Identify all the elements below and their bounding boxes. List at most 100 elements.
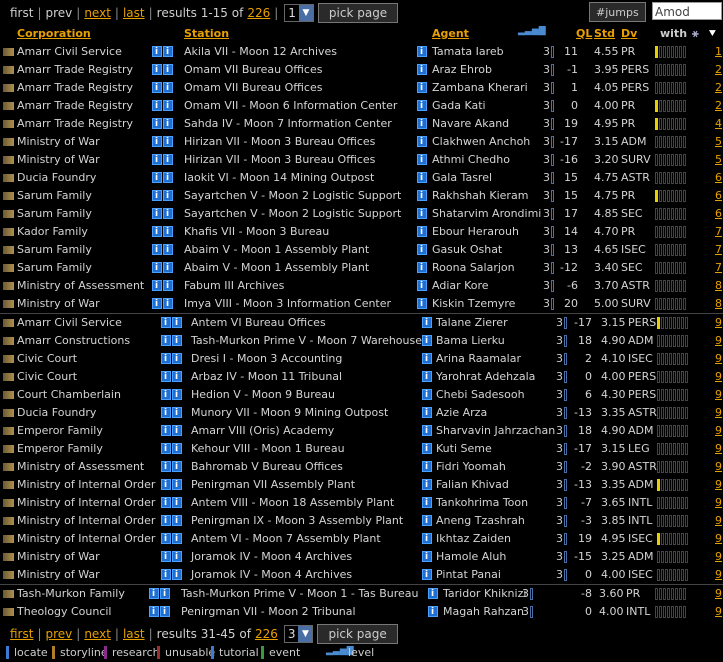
table-row[interactable]: Court Chamberlain Hedion V - Moon 9 Burea… (0, 386, 723, 404)
corporation-name[interactable]: Ministry of War (17, 566, 100, 584)
table-row[interactable]: Civic Court Arbaz IV - Moon 11 Tribunal Ya… (0, 368, 723, 386)
corporation-name[interactable]: Ministry of Assessment (17, 458, 144, 476)
info-icon[interactable] (152, 223, 162, 241)
jumps-link[interactable]: 9 (715, 458, 722, 476)
header-station[interactable]: Station (184, 27, 229, 40)
table-row[interactable]: Amarr Civil Service Akila VII - Moon 12 A… (0, 43, 723, 61)
corporation-name[interactable]: Ministry of Internal Order (17, 476, 155, 494)
results-total[interactable]: 226 (255, 627, 278, 641)
corporation-name[interactable]: Ducia Foundry (17, 404, 96, 422)
agent-info-icon[interactable] (422, 350, 432, 368)
jumps-link[interactable]: 2 (715, 61, 722, 79)
first-link[interactable]: first (10, 627, 33, 641)
prev-link[interactable]: prev (46, 627, 73, 641)
agent-info-icon[interactable] (417, 97, 427, 115)
table-row[interactable]: Ministry of Assessment Bahromab V Bureau … (0, 458, 723, 476)
info-icon[interactable] (152, 169, 162, 187)
agent-info-icon[interactable] (422, 494, 432, 512)
info-icon[interactable] (161, 314, 171, 332)
agent-info-icon[interactable] (428, 585, 438, 603)
pick-page-button[interactable]: pick page (317, 3, 399, 23)
jumps-link[interactable]: 9 (715, 332, 722, 350)
agent-info-icon[interactable] (422, 440, 432, 458)
info-icon[interactable] (161, 548, 171, 566)
info-icon[interactable] (172, 530, 182, 548)
jumps-link[interactable]: 9 (715, 548, 722, 566)
station-name[interactable]: Sayartchen V - Moon 2 Logistic Support (184, 187, 401, 205)
table-row[interactable]: Ministry of Internal Order Penirgman IX -… (0, 512, 723, 530)
station-name[interactable]: Penirgman VII - Moon 2 Tribunal (181, 603, 356, 621)
info-icon[interactable] (161, 368, 171, 386)
agent-info-icon[interactable] (422, 332, 432, 350)
table-row[interactable]: Sarum Family Abaim V - Moon 1 Assembly Pl… (0, 241, 723, 259)
agent-name[interactable]: Gasuk Oshat (432, 241, 502, 259)
corporation-name[interactable]: Amarr Trade Registry (17, 79, 133, 97)
jumps-link[interactable]: 9 (715, 494, 722, 512)
info-icon[interactable] (152, 115, 162, 133)
info-icon[interactable] (152, 205, 162, 223)
station-name[interactable]: Joramok IV - Moon 4 Archives (191, 548, 352, 566)
corporation-name[interactable]: Tash-Murkon Family (17, 585, 125, 603)
station-name[interactable]: Antem VI Bureau Offices (191, 314, 326, 332)
table-row[interactable]: Ministry of War Joramok IV - Moon 4 Archi… (0, 548, 723, 566)
table-row[interactable]: Ducia Foundry Munory VII - Moon 9 Mining … (0, 404, 723, 422)
info-icon[interactable] (172, 476, 182, 494)
table-row[interactable]: Sarum Family Sayartchen V - Moon 2 Logist… (0, 187, 723, 205)
agent-info-icon[interactable] (417, 277, 427, 295)
agent-name[interactable]: Gala Tasrel (432, 169, 492, 187)
info-icon[interactable] (172, 458, 182, 476)
table-row[interactable]: Ministry of War Hirizan VII - Moon 3 Bure… (0, 133, 723, 151)
station-name[interactable]: Iaokit VI - Moon 14 Mining Outpost (184, 169, 374, 187)
corporation-name[interactable]: Court Chamberlain (17, 386, 121, 404)
corporation-name[interactable]: Ducia Foundry (17, 169, 96, 187)
station-name[interactable]: Akila VII - Moon 12 Archives (184, 43, 337, 61)
table-row[interactable]: Civic Court Dresi I - Moon 3 Accounting Ar… (0, 350, 723, 368)
station-name[interactable]: Antem VIII - Moon 18 Assembly Plant (191, 494, 394, 512)
station-name[interactable]: Joramok IV - Moon 4 Archives (191, 566, 352, 584)
agent-info-icon[interactable] (417, 223, 427, 241)
table-row[interactable]: Amarr Trade Registry Omam VII Bureau Offi… (0, 79, 723, 97)
first-link[interactable]: first (10, 6, 33, 20)
info-icon[interactable] (172, 386, 182, 404)
agent-name[interactable]: Gada Kati (432, 97, 486, 115)
info-icon[interactable] (152, 79, 162, 97)
info-icon[interactable] (163, 43, 173, 61)
agent-info-icon[interactable] (417, 79, 427, 97)
table-row[interactable]: Amarr Trade Registry Sahda IV - Moon 7 In… (0, 115, 723, 133)
corporation-name[interactable]: Amarr Civil Service (17, 43, 122, 61)
agent-name[interactable]: Talane Zierer (436, 314, 508, 332)
info-icon[interactable] (161, 566, 171, 584)
info-icon[interactable] (152, 61, 162, 79)
info-icon[interactable] (160, 603, 170, 621)
table-row[interactable]: Amarr Trade Registry Omam VII - Moon 6 In… (0, 97, 723, 115)
agent-name[interactable]: Fidri Yoomah (436, 458, 506, 476)
info-icon[interactable] (161, 440, 171, 458)
agent-info-icon[interactable] (417, 169, 427, 187)
agent-name[interactable]: Ebour Herarouh (432, 223, 519, 241)
table-row[interactable]: Amarr Civil Service Antem VI Bureau Offic… (0, 314, 723, 332)
table-row[interactable]: Amarr Trade Registry Omam VII Bureau Offi… (0, 61, 723, 79)
station-name[interactable]: Imya VIII - Moon 3 Information Center (184, 295, 391, 313)
corporation-name[interactable]: Amarr Civil Service (17, 314, 122, 332)
station-name[interactable]: Omam VII - Moon 6 Information Center (184, 97, 397, 115)
corporation-name[interactable]: Ministry of Internal Order (17, 494, 155, 512)
info-icon[interactable] (163, 169, 173, 187)
agent-info-icon[interactable] (417, 61, 427, 79)
jumps-link[interactable]: 5 (715, 133, 722, 151)
station-name[interactable]: Bahromab V Bureau Offices (191, 458, 343, 476)
results-total[interactable]: 226 (247, 6, 270, 20)
info-icon[interactable] (163, 259, 173, 277)
agent-name[interactable]: Bama Lierku (436, 332, 505, 350)
station-name[interactable]: Kehour VIII - Moon 1 Bureau (191, 440, 345, 458)
agent-info-icon[interactable] (417, 259, 427, 277)
header-dv[interactable]: Dv (621, 27, 637, 40)
info-icon[interactable] (172, 422, 182, 440)
info-icon[interactable] (161, 386, 171, 404)
info-icon[interactable] (161, 530, 171, 548)
corporation-name[interactable]: Ministry of War (17, 548, 100, 566)
info-icon[interactable] (172, 440, 182, 458)
header-std[interactable]: Std (594, 27, 615, 40)
jumps-link[interactable]: 8 (715, 277, 722, 295)
corporation-name[interactable]: Amarr Constructions (17, 332, 130, 350)
agent-info-icon[interactable] (422, 386, 432, 404)
